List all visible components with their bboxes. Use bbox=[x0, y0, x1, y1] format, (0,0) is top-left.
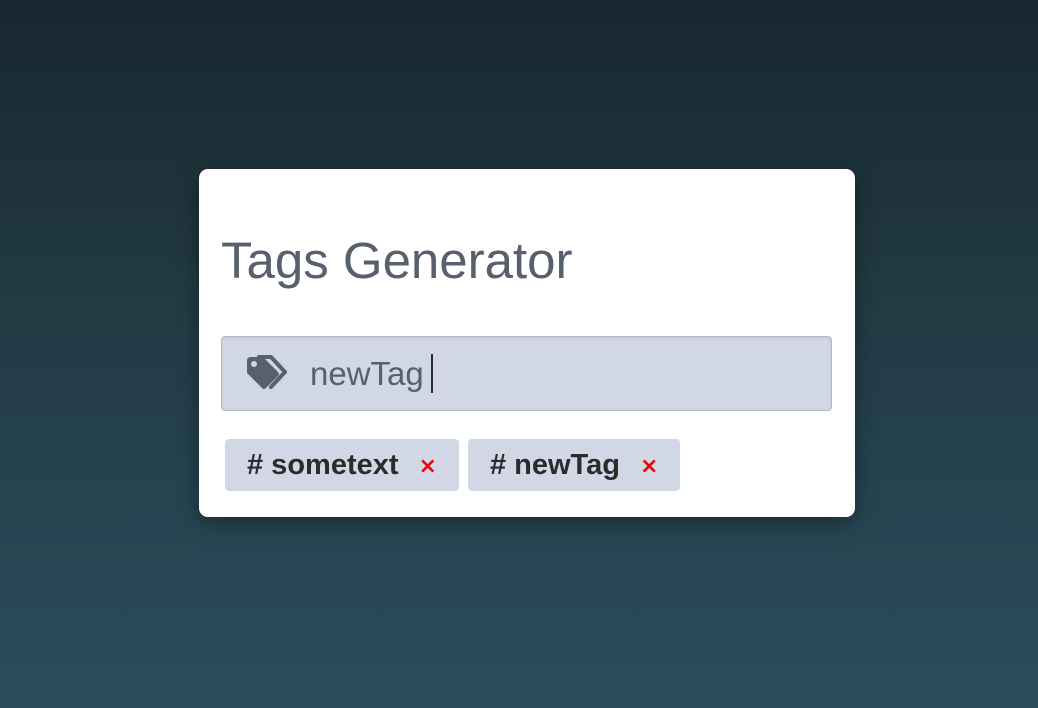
tags-icon bbox=[247, 355, 287, 389]
text-caret bbox=[431, 354, 433, 393]
tag-input[interactable] bbox=[310, 351, 810, 396]
tag-chip: # sometext × bbox=[225, 439, 459, 491]
close-icon[interactable]: × bbox=[419, 456, 437, 478]
tag-label: # newTag bbox=[489, 448, 620, 481]
tag-list: # sometext × # newTag × bbox=[225, 439, 681, 491]
tag-input-container[interactable] bbox=[221, 336, 832, 411]
tags-generator-card: Tags Generator # sometext × # newTag × bbox=[199, 169, 855, 517]
tag-chip: # newTag × bbox=[467, 439, 681, 491]
close-icon[interactable]: × bbox=[640, 456, 658, 478]
page-title: Tags Generator bbox=[221, 232, 573, 289]
tag-label: # sometext bbox=[247, 448, 399, 481]
